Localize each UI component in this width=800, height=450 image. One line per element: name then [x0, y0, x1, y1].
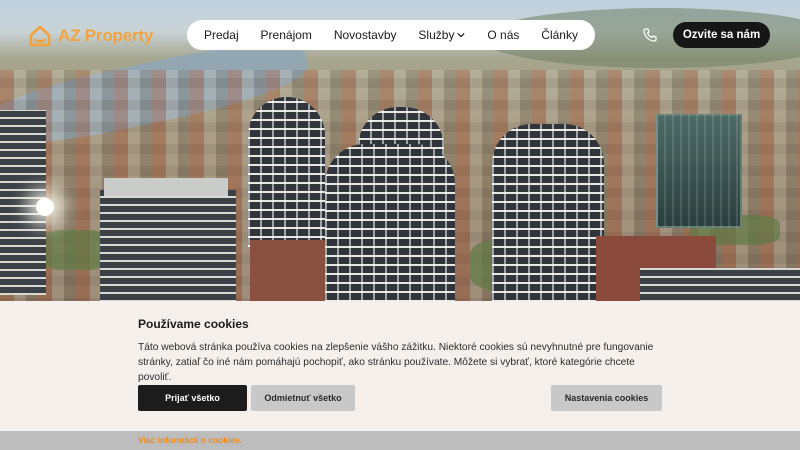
- nav-item-clanky[interactable]: Články: [541, 28, 578, 42]
- cookie-description: Táto webová stránka používa cookies na z…: [138, 342, 654, 383]
- more-info-link[interactable]: Viac informácií o cookies.: [138, 435, 242, 445]
- logo[interactable]: AZ Property: [28, 24, 153, 48]
- glass-tower: [656, 114, 742, 228]
- low-building: [250, 240, 328, 302]
- office-block: [100, 190, 236, 302]
- contact-us-button[interactable]: Ozvite sa nám: [673, 22, 770, 48]
- nav-item-novostavby[interactable]: Novostavby: [334, 28, 397, 42]
- office-roof: [104, 178, 228, 196]
- cookie-settings-button[interactable]: Nastavenia cookies: [551, 385, 662, 411]
- main-nav: Predaj Prenájom Novostavby Služby O nás …: [187, 20, 595, 50]
- cookie-footer: Viac informácií o cookies.: [0, 431, 800, 450]
- reject-all-button[interactable]: Odmietnuť všetko: [251, 385, 355, 411]
- nav-item-o-nas[interactable]: O nás: [487, 28, 519, 42]
- office-block: [640, 268, 800, 302]
- accept-all-button[interactable]: Prijať všetko: [138, 385, 247, 411]
- phone-icon[interactable]: [642, 27, 658, 43]
- sky-park-tower: [492, 124, 604, 302]
- cookie-title: Používame cookies: [138, 317, 249, 331]
- house-logo-icon: [29, 25, 51, 47]
- sky-park-tower: [325, 144, 455, 302]
- nav-item-prenajom[interactable]: Prenájom: [261, 28, 312, 42]
- nav-item-label: Služby: [418, 28, 455, 42]
- nav-item-predaj[interactable]: Predaj: [204, 28, 239, 42]
- cookie-banner: Používame cookies Táto webová stránka po…: [0, 301, 800, 431]
- sun-glare: [36, 198, 54, 216]
- nav-item-sluzby[interactable]: Služby: [418, 28, 465, 42]
- chevron-down-icon: [458, 33, 465, 38]
- logo-text: AZ Property: [58, 26, 154, 45]
- sky-park-tower: [248, 97, 325, 247]
